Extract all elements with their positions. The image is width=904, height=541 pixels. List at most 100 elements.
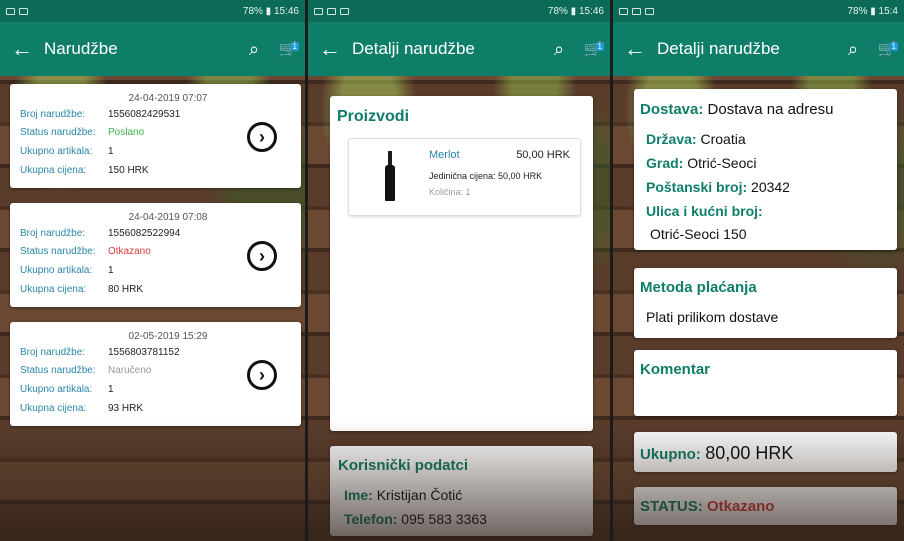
app-bar: ← Narudžbe ⌕ 🛒 1 (0, 22, 305, 76)
wine-bottle-image (385, 151, 395, 201)
delivery-panel: Dostava: Dostava na adresu Država: Croat… (634, 89, 897, 250)
order-number-label: Broj narudžbe: (20, 109, 86, 120)
chevron-right-icon[interactable]: › (247, 241, 277, 271)
comment-panel: Komentar (634, 350, 897, 416)
status-bar: 78% ▮ 15:46 (308, 0, 610, 22)
order-number: 1556082429531 (108, 109, 181, 120)
battery-level: 78% (847, 5, 868, 17)
order-card[interactable]: 24-04-2019 07:07 Broj narudžbe: 155608242… (10, 84, 301, 188)
order-number: 1556803781152 (108, 347, 180, 358)
back-arrow-icon[interactable]: ← (0, 36, 44, 62)
products-title: Proizvodi (337, 108, 410, 125)
comment-title: Komentar (640, 361, 711, 378)
order-card[interactable]: 24-04-2019 07:08 Broj narudžbe: 155608252… (10, 203, 301, 307)
clock: 15:46 (578, 5, 604, 17)
order-details-products-screen: 78% ▮ 15:46 ← Detalji narudžbe ⌕ 🛒 1 Proi… (308, 0, 610, 541)
payment-title: Metoda plaćanja (640, 279, 757, 296)
country-label: Država: (646, 131, 697, 147)
battery-level: 78% (242, 5, 263, 17)
total-price: 93 HRK (108, 403, 144, 414)
clock: 15:46 (273, 5, 299, 17)
country: Croatia (700, 131, 746, 147)
name-label: Ime: (344, 487, 373, 503)
status-label: STATUS: (640, 498, 703, 515)
items-count: 1 (108, 265, 114, 276)
zip-label: Poštanski broj: (646, 179, 748, 195)
product-card[interactable]: Merlot 50,00 HRK Jedinična cijena: 50,00… (348, 138, 581, 216)
cart-icon[interactable]: 🛒 1 (870, 40, 904, 58)
status-bar: 78% ▮ 15:4 (613, 0, 904, 22)
payment-panel: Metoda plaćanja Plati prilikom dostave (634, 268, 897, 338)
items-count-label: Ukupno artikala: (20, 146, 93, 157)
notification-icon (632, 7, 641, 15)
delivery-method: Dostava na adresu (707, 101, 834, 118)
status-panel: STATUS: Otkazano (634, 487, 897, 525)
product-name[interactable]: Merlot (429, 149, 460, 161)
order-number-label: Broj narudžbe: (20, 347, 86, 358)
order-date: 24-04-2019 07:08 (128, 212, 208, 223)
items-count-label: Ukupno artikala: (20, 384, 93, 395)
user-phone: 095 583 3363 (401, 511, 487, 527)
products-panel: Proizvodi Merlot 50,00 HRK Jedinična cij… (330, 96, 593, 431)
cart-icon[interactable]: 🛒 1 (576, 40, 610, 58)
items-count-label: Ukupno artikala: (20, 265, 93, 276)
cart-badge: 1 (595, 42, 604, 51)
total-price: 150 HRK (108, 165, 149, 176)
order-details-delivery-screen: 78% ▮ 15:4 ← Detalji narudžbe ⌕ 🛒 1 Dosta… (613, 0, 904, 541)
chevron-right-icon[interactable]: › (247, 360, 277, 390)
notification-icon (619, 7, 628, 15)
city: Otrić-Seoci (687, 155, 757, 171)
order-number-label: Broj narudžbe: (20, 228, 86, 239)
app-bar: ← Detalji narudžbe ⌕ 🛒 1 (308, 22, 610, 76)
battery-level: 78% (547, 5, 568, 17)
search-icon[interactable]: ⌕ (542, 39, 576, 60)
back-arrow-icon[interactable]: ← (613, 36, 657, 62)
notification-icon (19, 7, 28, 15)
cart-icon[interactable]: 🛒 1 (271, 40, 305, 58)
order-status-label: Status narudžbe: (20, 365, 96, 376)
back-arrow-icon[interactable]: ← (308, 36, 352, 62)
items-count: 1 (108, 384, 114, 395)
notification-icon (6, 7, 15, 15)
order-status: Naručeno (108, 365, 152, 376)
total-price-label: Ukupna cijena: (20, 403, 87, 414)
order-status: Poslano (108, 127, 145, 138)
notification-icon (645, 7, 654, 15)
delivery-label: Dostava: (640, 101, 704, 118)
notification-icon (327, 7, 336, 15)
city-label: Grad: (646, 155, 684, 171)
street-label: Ulica i kućni broj: (646, 203, 763, 219)
product-price: 50,00 HRK (516, 149, 570, 161)
payment-method: Plati prilikom dostave (646, 309, 779, 325)
total-price-label: Ukupna cijena: (20, 284, 87, 295)
search-icon[interactable]: ⌕ (237, 39, 271, 60)
order-card[interactable]: 02-05-2019 15:29 Broj narudžbe: 155680378… (10, 322, 301, 426)
user-data-title: Korisnički podatci (338, 457, 469, 474)
cart-badge: 1 (889, 42, 898, 51)
quantity: Količina: 1 (429, 187, 471, 197)
phone-label: Telefon: (344, 511, 398, 527)
total-amount: 80,00 HRK (705, 443, 794, 463)
order-status-label: Status narudžbe: (20, 246, 96, 257)
orders-screen: 78% ▮ 15:46 ← Narudžbe ⌕ 🛒 1 24-04-2019 0… (0, 0, 305, 541)
notification-icon (314, 7, 323, 15)
status-bar: 78% ▮ 15:46 (0, 0, 305, 22)
total-panel: Ukupno: 80,00 HRK (634, 432, 897, 472)
items-count: 1 (108, 146, 114, 157)
app-bar: ← Detalji narudžbe ⌕ 🛒 1 (613, 22, 904, 76)
clock: 15:4 (878, 5, 898, 17)
page-title: Narudžbe (44, 39, 118, 58)
notification-icon (340, 7, 349, 15)
total-price: 80 HRK (108, 284, 144, 295)
order-status: Otkazano (108, 246, 151, 257)
total-label: Ukupno: (640, 446, 701, 463)
search-icon[interactable]: ⌕ (836, 39, 870, 60)
user-name: Kristijan Čotić (376, 487, 463, 503)
user-data-panel: Korisnički podatci Ime: Kristijan Čotić … (330, 446, 593, 536)
unit-price: Jedinična cijena: 50,00 HRK (429, 171, 543, 181)
order-status-label: Status narudžbe: (20, 127, 96, 138)
zip: 20342 (751, 179, 790, 195)
cart-badge: 1 (290, 42, 299, 51)
chevron-right-icon[interactable]: › (247, 122, 277, 152)
status-value: Otkazano (706, 498, 775, 515)
